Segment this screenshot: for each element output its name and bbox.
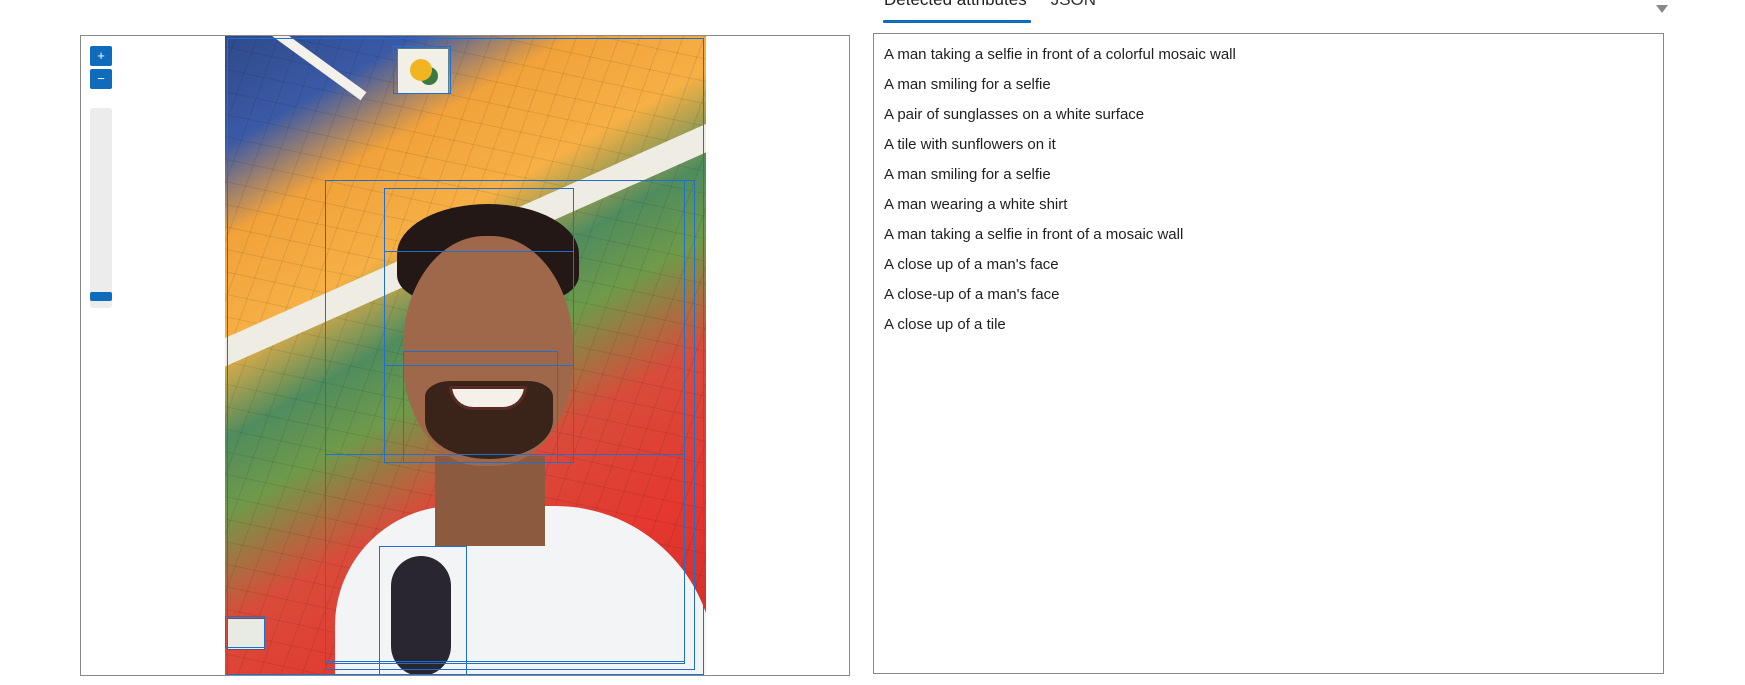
- tab-json[interactable]: JSON: [1051, 0, 1096, 17]
- zoom-in-button[interactable]: +: [90, 46, 112, 66]
- list-item[interactable]: A close up of a man's face: [874, 250, 1663, 280]
- zoom-in-label: +: [97, 48, 105, 63]
- result-tabs: Detected attributes JSON: [883, 0, 1096, 26]
- list-item[interactable]: A tile with sunflowers on it: [874, 130, 1663, 160]
- tab-json-label: JSON: [1051, 0, 1096, 9]
- list-item[interactable]: A man smiling for a selfie: [874, 70, 1663, 100]
- bbox-face-closeup[interactable]: [384, 251, 574, 366]
- list-item[interactable]: A man smiling for a selfie: [874, 160, 1663, 190]
- analyzed-photo: [225, 36, 706, 675]
- list-item[interactable]: A pair of sunglasses on a white surface: [874, 100, 1663, 130]
- zoom-slider-track[interactable]: [90, 108, 112, 308]
- chevron-down-icon[interactable]: [1656, 5, 1668, 13]
- image-viewer[interactable]: + −: [80, 35, 850, 676]
- bbox-tile-closeup[interactable]: [225, 616, 265, 648]
- active-tab-underline: [883, 20, 1031, 23]
- tab-detected-attributes[interactable]: Detected attributes: [883, 0, 1031, 23]
- zoom-out-button[interactable]: −: [90, 69, 112, 89]
- bbox-sunflower-tile[interactable]: [393, 46, 451, 94]
- zoom-out-label: −: [97, 71, 105, 86]
- list-item[interactable]: A close up of a tile: [874, 310, 1663, 340]
- list-item[interactable]: A man taking a selfie in front of a mosa…: [874, 220, 1663, 250]
- detected-attributes-panel: A man taking a selfie in front of a colo…: [873, 33, 1664, 674]
- list-item[interactable]: A man wearing a white shirt: [874, 190, 1663, 220]
- attributes-list: A man taking a selfie in front of a colo…: [874, 34, 1663, 340]
- tab-detected-attributes-label: Detected attributes: [884, 0, 1027, 9]
- list-item[interactable]: A man taking a selfie in front of a colo…: [874, 40, 1663, 70]
- zoom-slider-thumb[interactable]: [90, 292, 112, 301]
- list-item[interactable]: A close-up of a man's face: [874, 280, 1663, 310]
- bbox-face-closeup-2[interactable]: [403, 351, 558, 463]
